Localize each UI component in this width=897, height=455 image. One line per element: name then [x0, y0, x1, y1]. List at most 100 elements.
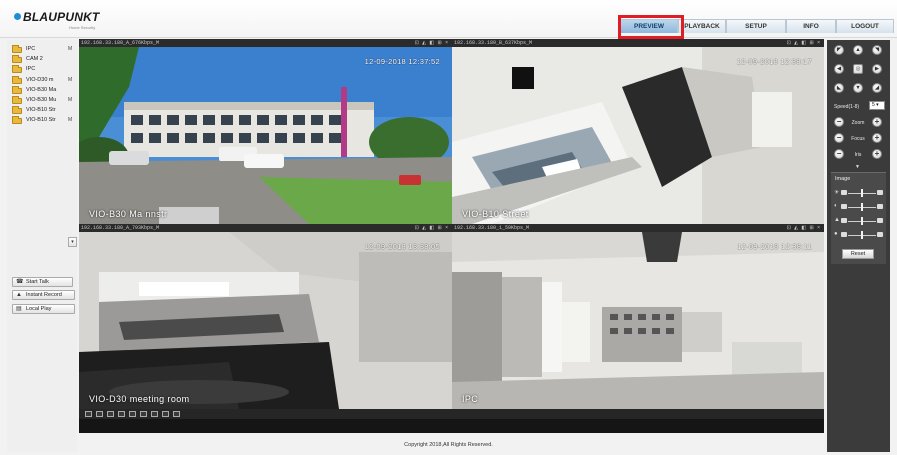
device-mark: M — [68, 46, 73, 52]
slider-knob[interactable] — [861, 189, 863, 197]
instant-record-button[interactable]: ▲ Instant Record — [12, 290, 75, 300]
camera-name-overlay: VIO-B10 Street — [462, 209, 529, 219]
stream-info: 192.168.33.180_B_637Kbps_M — [454, 40, 533, 46]
layout-9-icon[interactable] — [129, 411, 136, 417]
slider-knob[interactable] — [861, 231, 863, 239]
pane-header: 192.168.33.180_1_59Kbps_M ⊡ ◭ ◧ ⊞ × — [452, 224, 824, 232]
iris-in-button[interactable]: + — [872, 149, 882, 159]
showroom-scene-image — [452, 232, 824, 409]
folder-icon — [12, 45, 22, 53]
decrease-icon[interactable] — [841, 204, 847, 209]
layout-8-icon[interactable] — [118, 411, 125, 417]
street-scene-image — [79, 47, 452, 224]
increase-icon[interactable] — [877, 232, 883, 237]
preview-highlight-box — [618, 15, 684, 39]
tab-logout[interactable]: LOGOUT — [836, 19, 894, 33]
video-pane-4[interactable]: 192.168.33.180_1_59Kbps_M ⊡ ◭ ◧ ⊞ × 12-0… — [452, 224, 824, 409]
image-settings-panel: Image ☀ ◐ ▲ ● Reset — [831, 172, 886, 264]
increase-icon[interactable] — [877, 218, 883, 223]
ptz-up-left-button[interactable]: ◤ — [834, 45, 844, 55]
folder-icon — [12, 65, 22, 73]
phone-icon: ☎ — [16, 279, 24, 285]
timestamp-overlay: 12-09-2018 13:38:05 — [364, 242, 440, 251]
decrease-icon[interactable] — [841, 190, 847, 195]
decrease-icon[interactable] — [841, 232, 847, 237]
focus-in-button[interactable]: + — [872, 133, 882, 143]
copyright-text: Copyright 2018,All Rights Reserved. — [404, 442, 493, 448]
ptz-down-left-button[interactable]: ◣ — [834, 83, 844, 93]
camera-feed — [79, 232, 452, 409]
increase-icon[interactable] — [877, 204, 883, 209]
ptz-left-button[interactable]: ◀ — [834, 64, 844, 74]
fullscreen-icon[interactable] — [151, 411, 158, 417]
hue-icon: ● — [834, 231, 838, 237]
ptz-panel: ◤ ▲ ◥ ◀ ◎ ▶ ◣ ▼ ◢ Speed(1-8) 5 ▾ − Zoom … — [827, 40, 890, 452]
tab-setup[interactable]: SETUP — [726, 19, 786, 33]
focus-out-button[interactable]: − — [834, 133, 844, 143]
speed-select[interactable]: 5 ▾ — [869, 101, 885, 110]
iris-label: Iris — [854, 152, 862, 158]
tab-playback[interactable]: PLAYBACK — [678, 19, 726, 33]
slider-knob[interactable] — [861, 217, 863, 225]
slider-knob[interactable] — [861, 203, 863, 211]
camera-feed — [452, 232, 824, 409]
zoom-in-button[interactable]: + — [872, 117, 882, 127]
local-play-button[interactable]: ▤ Local Play — [12, 304, 75, 314]
timestamp-overlay: 12-09-2018 12:38:11 — [737, 242, 812, 251]
video-pane-1[interactable]: 192.168.33.180_A_676Kbps_M ⊡ ◭ ◧ ⊞ × 12-… — [79, 39, 452, 224]
device-panel: IPC M CAM 2 IPC VIO-D30 m M VIO-B30 Ma V… — [7, 40, 77, 452]
brand-logo: BLAUPUNKT Home Security — [14, 10, 104, 34]
zoom-label: Zoom — [851, 120, 865, 126]
layout-16-icon[interactable] — [140, 411, 147, 417]
device-name: VIO-B10 Str — [26, 107, 56, 113]
device-mark: M — [68, 77, 73, 83]
pane-tool-icons[interactable]: ⊡ ◭ ◧ ⊞ × — [787, 225, 821, 231]
device-name: VIO-B30 Ma — [26, 87, 57, 93]
saturation-slider[interactable]: ▲ — [834, 217, 884, 225]
tab-info[interactable]: INFO — [786, 19, 836, 33]
layout-4-icon[interactable] — [96, 411, 103, 417]
iris-out-button[interactable]: − — [834, 149, 844, 159]
layout-1-icon[interactable] — [85, 411, 92, 417]
image-title: Image — [835, 176, 851, 182]
reset-button[interactable]: Reset — [842, 249, 874, 259]
zoom-out-button[interactable]: − — [834, 117, 844, 127]
video-pane-3[interactable]: 192.168.33.180_A_793Kbps_M ⊡ ◭ ◧ ⊞ × 12-… — [79, 224, 452, 409]
pane-header: 192.168.33.180_A_793Kbps_M ⊡ ◭ ◧ ⊞ × — [79, 224, 452, 232]
instant-record-label: Instant Record — [26, 292, 62, 298]
video-pane-2[interactable]: 192.168.33.180_B_637Kbps_M ⊡ ◭ ◧ ⊞ × 12-… — [452, 39, 824, 224]
local-play-icon: ▤ — [16, 306, 22, 312]
increase-icon[interactable] — [877, 190, 883, 195]
talk-dropdown-button[interactable]: ▾ — [68, 237, 77, 247]
next-page-icon[interactable] — [173, 411, 180, 417]
ptz-right-button[interactable]: ▶ — [872, 64, 882, 74]
local-play-label: Local Play — [26, 306, 52, 312]
ptz-up-right-button[interactable]: ◥ — [872, 45, 882, 55]
camera-name-overlay: IPC — [462, 394, 479, 404]
contrast-slider[interactable]: ◐ — [834, 203, 884, 211]
ptz-down-right-button[interactable]: ◢ — [872, 83, 882, 93]
ptz-center-button[interactable]: ◎ — [853, 64, 863, 74]
saturation-icon: ▲ — [834, 217, 840, 223]
stream-info: 192.168.33.180_1_59Kbps_M — [454, 225, 530, 231]
ptz-down-button[interactable]: ▼ — [853, 83, 863, 93]
grid-footer-bar — [79, 419, 824, 433]
device-mark: M — [68, 97, 73, 103]
layout-6-icon[interactable] — [107, 411, 114, 417]
speed-label: Speed(1-8) — [834, 104, 860, 110]
brightness-slider[interactable]: ☀ — [834, 189, 884, 197]
device-name: VIO-B30 Mu — [26, 97, 57, 103]
pane-tool-icons[interactable]: ⊡ ◭ ◧ ⊞ × — [787, 40, 821, 46]
stream-info: 192.168.33.180_A_793Kbps_M — [81, 225, 160, 231]
pane-tool-icons[interactable]: ⊡ ◭ ◧ ⊞ × — [415, 40, 449, 46]
hue-slider[interactable]: ● — [834, 231, 884, 239]
pane-tool-icons[interactable]: ⊡ ◭ ◧ ⊞ × — [415, 225, 449, 231]
pane-header: 192.168.33.180_A_676Kbps_M ⊡ ◭ ◧ ⊞ × — [79, 39, 452, 47]
decrease-icon[interactable] — [841, 218, 847, 223]
ptz-up-button[interactable]: ▲ — [853, 45, 863, 55]
prev-page-icon[interactable] — [162, 411, 169, 417]
start-talk-button[interactable]: ☎ Start Talk — [12, 277, 73, 287]
collapse-arrow-icon[interactable]: ▼ — [855, 164, 860, 170]
app-window: BLAUPUNKT Home Security PREVIEW PLAYBACK… — [0, 0, 897, 455]
camera-feed — [79, 47, 452, 224]
